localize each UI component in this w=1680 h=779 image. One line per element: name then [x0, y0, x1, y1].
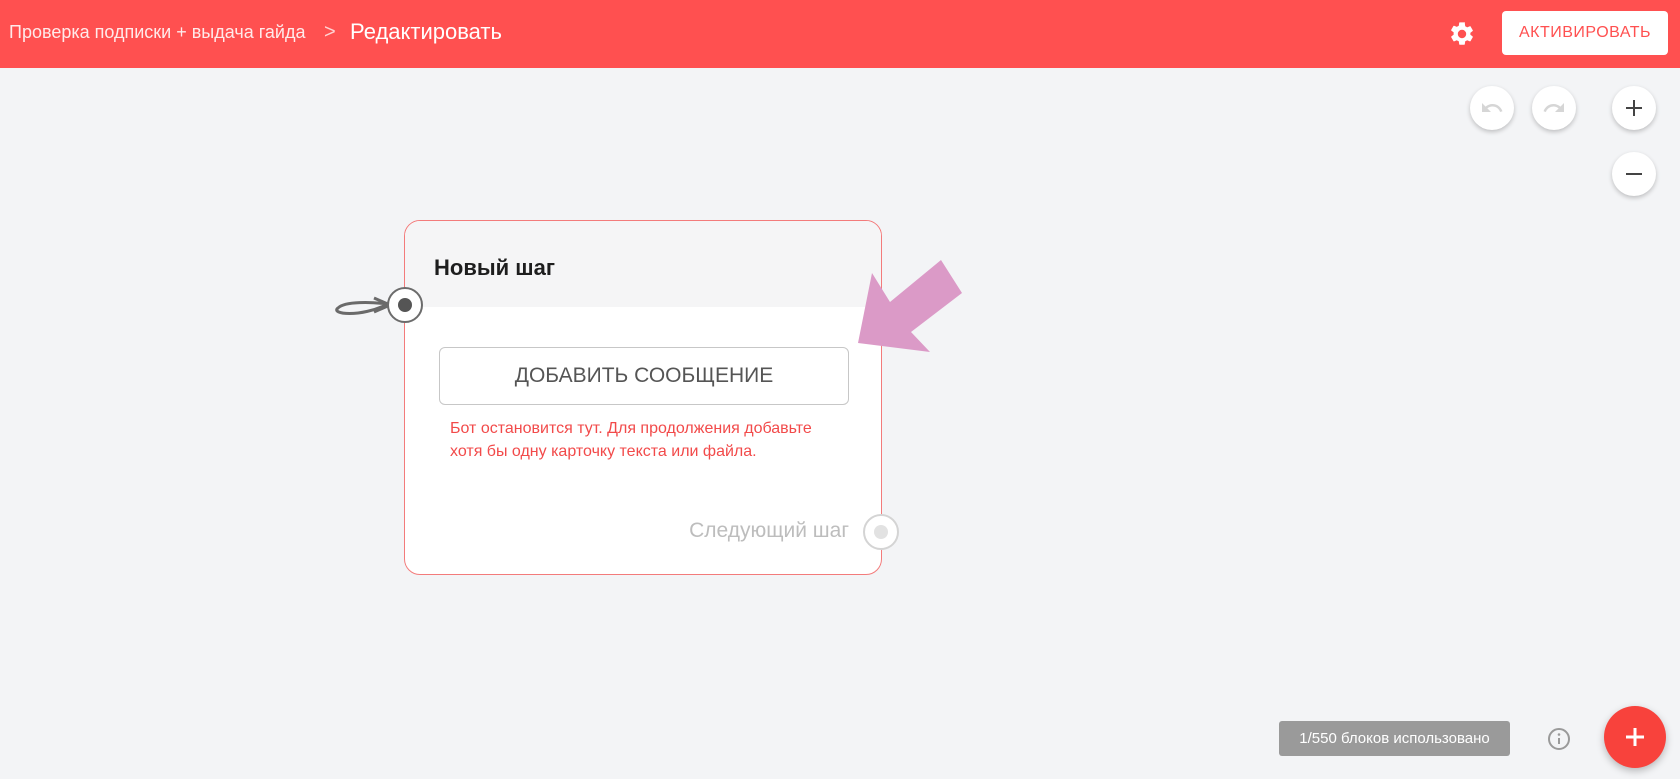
- plus-icon: [1626, 100, 1642, 116]
- breadcrumb-root[interactable]: Проверка подписки + выдача гайда: [9, 22, 306, 43]
- step-card-header: Новый шаг: [405, 221, 881, 307]
- top-bar: Проверка подписки + выдача гайда > Редак…: [0, 0, 1680, 68]
- plus-icon: [1626, 728, 1644, 746]
- undo-icon: [1482, 103, 1503, 112]
- next-step-label: Следующий шаг: [689, 519, 849, 542]
- redo-icon: [1543, 103, 1564, 112]
- page-title: Редактировать: [350, 19, 502, 44]
- step-title[interactable]: Новый шаг: [434, 255, 555, 281]
- zoom-out-button[interactable]: [1612, 152, 1656, 196]
- zoom-in-button[interactable]: [1612, 86, 1656, 130]
- add-step-fab[interactable]: [1604, 706, 1666, 768]
- next-step-port[interactable]: [863, 514, 899, 550]
- undo-button[interactable]: [1470, 86, 1514, 130]
- breadcrumb-separator: >: [324, 21, 336, 43]
- port-dot: [874, 525, 888, 539]
- minus-icon: [1626, 173, 1642, 175]
- port-dot: [398, 298, 412, 312]
- add-message-button[interactable]: ДОБАВИТЬ СООБЩЕНИЕ: [439, 347, 849, 405]
- info-icon[interactable]: [1547, 727, 1571, 751]
- stop-warning: Бот остановится тут. Для продолжения доб…: [450, 420, 812, 460]
- blocks-usage-badge: 1/550 блоков использовано: [1279, 721, 1510, 756]
- gear-icon[interactable]: [1448, 20, 1476, 48]
- redo-button[interactable]: [1532, 86, 1576, 130]
- step-card[interactable]: Новый шаг ДОБАВИТЬ СООБЩЕНИЕ Бот останов…: [387, 220, 899, 575]
- activate-button[interactable]: АКТИВИРОВАТЬ: [1502, 11, 1668, 55]
- input-port[interactable]: [387, 287, 423, 323]
